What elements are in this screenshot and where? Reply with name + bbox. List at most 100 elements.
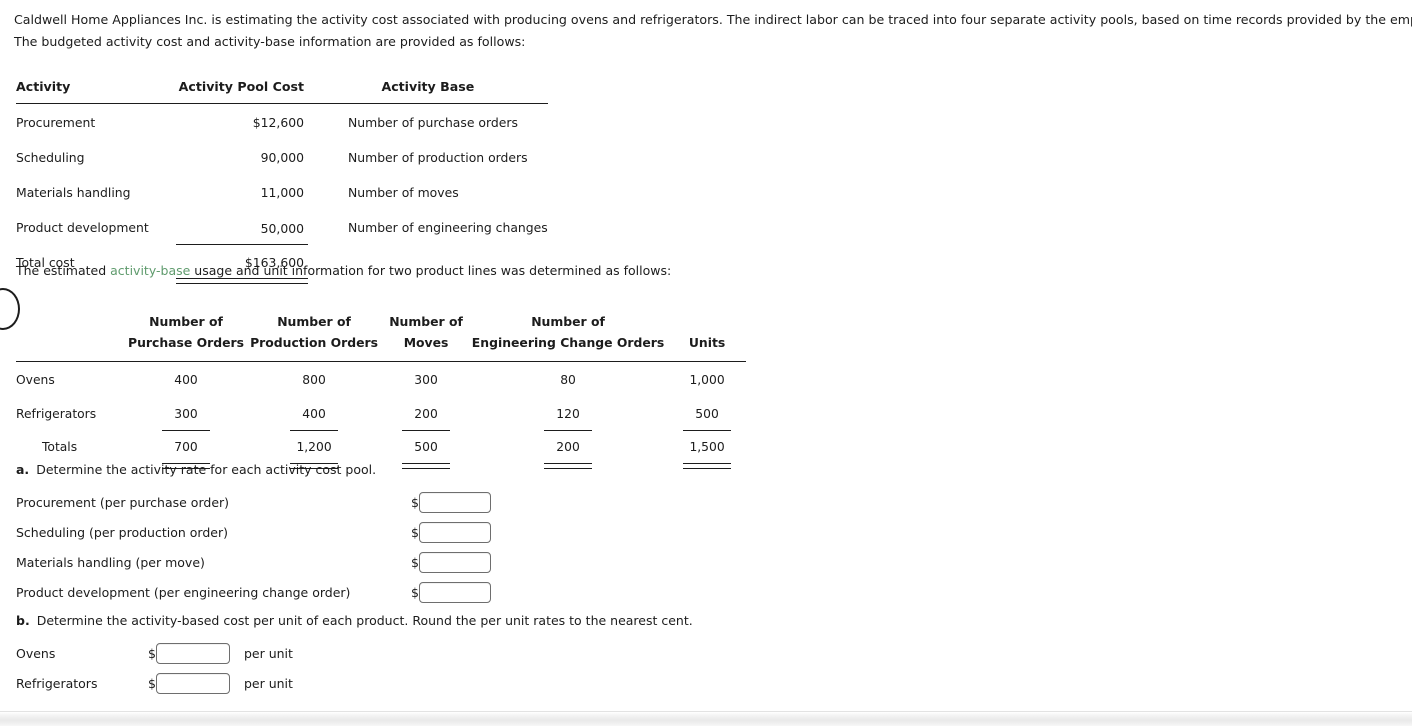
- column-header-production-orders: Number of Production Orders: [244, 311, 385, 362]
- refrigerators-cost-per-unit-input[interactable]: [155, 673, 230, 694]
- question-a-prompt: a. Determine the activity rate for each a…: [16, 462, 376, 477]
- cell-value: 120: [556, 407, 580, 421]
- column-header-moves: Number of Moves: [384, 311, 469, 362]
- intro-line-1: Caldwell Home Appliances Inc. is estimat…: [14, 12, 1412, 27]
- cell-cost: 50,000: [176, 209, 308, 245]
- column-header-engineering-change-orders: Number of Engineering Change Orders: [468, 311, 669, 362]
- per-unit-suffix: per unit: [243, 676, 293, 691]
- question-b-prompt: b. Determine the activity-based cost per …: [16, 613, 693, 628]
- currency-symbol: $: [411, 525, 419, 540]
- cell-total-production-orders: 1,200: [244, 430, 384, 469]
- cell-engineering-change-orders: 80: [560, 373, 576, 387]
- cell-units: 500: [668, 396, 746, 431]
- question-a-text: Determine the activity rate for each act…: [36, 462, 377, 477]
- cell-value: 200: [414, 407, 438, 421]
- usage-intro-before: The estimated: [16, 263, 111, 278]
- table-row: Product development 50,000 Number of eng…: [16, 209, 548, 245]
- cell-purchase-orders: 400: [174, 373, 198, 387]
- activity-pool-cost-table: Activity Activity Pool Cost Activity Bas…: [16, 79, 548, 284]
- header-bottom-line: Engineering Change Orders: [471, 335, 665, 350]
- procurement-rate-input[interactable]: [418, 492, 491, 513]
- answer-label: Procurement (per purchase order): [16, 495, 230, 510]
- intro-line-2: The budgeted activity cost and activity-…: [14, 34, 526, 49]
- cell-value: 1,200: [296, 440, 332, 454]
- table-total-row: Totals 700 1,200 500 200 1,500: [16, 430, 746, 469]
- cell-value: 700: [174, 440, 198, 454]
- column-header-activity: Activity: [16, 79, 176, 104]
- table-row: Ovens 400 800 300 80 1,000: [16, 362, 746, 397]
- answer-row-ovens-per-unit: Ovens $ per unit: [16, 643, 293, 664]
- header-top-line: Number of: [389, 314, 463, 329]
- cell-total-moves: 500: [384, 430, 468, 469]
- cell-cost: $12,600: [252, 115, 304, 130]
- cell-engineering-change-orders: 120: [468, 396, 668, 431]
- header-bottom-line: Purchase Orders: [128, 335, 245, 350]
- materials-handling-rate-input[interactable]: [418, 552, 491, 573]
- cell-total-engineering-change-orders: 200: [468, 430, 668, 469]
- cell-units: 1,000: [689, 373, 725, 387]
- table-row: Procurement $12,600 Number of purchase o…: [16, 104, 548, 140]
- table-row: Materials handling 11,000 Number of move…: [16, 174, 548, 209]
- double-rule: [544, 463, 593, 469]
- double-rule: [176, 277, 308, 284]
- page-bottom-edge: [0, 711, 1412, 726]
- per-unit-suffix: per unit: [243, 646, 293, 661]
- answer-row-procurement: Procurement (per purchase order) $: [16, 492, 496, 513]
- column-header-purchase-orders: Number of Purchase Orders: [128, 311, 245, 362]
- answer-row-materials-handling: Materials handling (per move) $: [16, 552, 496, 573]
- cell-production-orders: 800: [302, 373, 326, 387]
- ovens-cost-per-unit-input[interactable]: [155, 643, 230, 664]
- column-header-units: Units: [668, 311, 747, 362]
- table-row: Refrigerators 300 400 200 120 500: [16, 396, 746, 431]
- double-rule: [683, 463, 732, 469]
- column-header-activity-pool-cost: Activity Pool Cost: [176, 79, 308, 104]
- answer-row-refrigerators-per-unit: Refrigerators $ per unit: [16, 673, 293, 694]
- header-top-line: Number of: [277, 314, 351, 329]
- header-top-line: Number of: [149, 314, 223, 329]
- answer-label: Scheduling (per production order): [16, 525, 228, 540]
- cell-total-units: 1,500: [668, 430, 746, 469]
- cell-activity: Materials handling: [16, 185, 131, 200]
- answer-label: Product development (per engineering cha…: [16, 585, 351, 600]
- cell-moves: 200: [384, 396, 468, 431]
- product-development-rate-input[interactable]: [418, 582, 491, 603]
- scheduling-rate-input[interactable]: [418, 522, 491, 543]
- answer-label: Materials handling (per move): [16, 555, 205, 570]
- cell-production-orders: 400: [244, 396, 384, 431]
- cell-value: 500: [414, 440, 438, 454]
- cell-base: Number of engineering changes: [348, 220, 548, 235]
- header-bottom-line: Moves: [403, 335, 449, 350]
- cell-activity: Procurement: [16, 115, 96, 130]
- cell-value: 300: [174, 407, 198, 421]
- column-header-product: [16, 311, 128, 362]
- column-header-activity-base: Activity Base: [308, 79, 548, 104]
- answer-label: Refrigerators: [16, 676, 98, 691]
- cell-value: 500: [695, 407, 719, 421]
- double-rule: [402, 463, 451, 469]
- answer-row-scheduling: Scheduling (per production order) $: [16, 522, 496, 543]
- currency-symbol: $: [411, 555, 419, 570]
- cell-value: 1,500: [689, 440, 725, 454]
- question-b-letter: b.: [16, 613, 30, 628]
- question-b-text: Determine the activity-based cost per un…: [36, 613, 693, 628]
- cell-cost: 11,000: [260, 185, 304, 200]
- activity-base-usage-table: Number of Purchase Orders Number of Prod…: [16, 311, 747, 469]
- cell-activity: Product development: [16, 220, 149, 235]
- intro-paragraph: Caldwell Home Appliances Inc. is estimat…: [14, 9, 1412, 53]
- cell-base: Number of purchase orders: [348, 115, 518, 130]
- cell-moves: 300: [414, 373, 438, 387]
- worksheet-page: Caldwell Home Appliances Inc. is estimat…: [0, 0, 1412, 711]
- table-header-row: Activity Activity Pool Cost Activity Bas…: [16, 79, 548, 104]
- cell-activity: Scheduling: [16, 150, 85, 165]
- table-header-row: Number of Purchase Orders Number of Prod…: [16, 311, 747, 362]
- currency-symbol: $: [411, 495, 419, 510]
- cell-value: 200: [556, 440, 580, 454]
- cell-base: Number of production orders: [348, 150, 528, 165]
- header-bottom-line: Units: [688, 335, 726, 350]
- usage-intro-paragraph: The estimated activity-base usage and un…: [16, 263, 671, 278]
- currency-symbol: $: [148, 676, 156, 691]
- answer-row-product-development: Product development (per engineering cha…: [16, 582, 496, 603]
- usage-intro-after: usage and unit information for two produ…: [190, 263, 672, 278]
- cell-purchase-orders: 300: [128, 396, 244, 431]
- cell-product-name: Refrigerators: [16, 407, 97, 421]
